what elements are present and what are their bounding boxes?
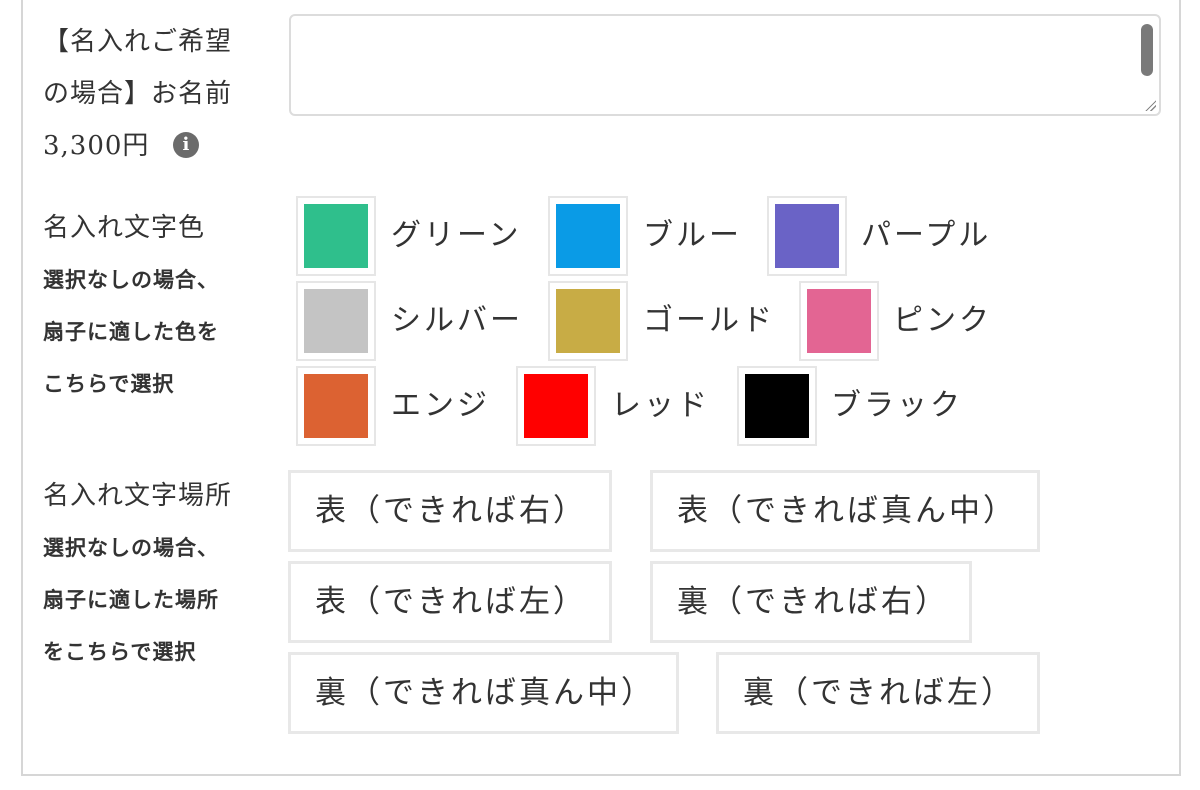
position-option-front-center[interactable]: 表（できれば真ん中） xyxy=(650,470,1040,552)
green-color-chip xyxy=(304,204,368,268)
gold-color-chip xyxy=(556,289,620,353)
color-swatch-gold[interactable] xyxy=(548,281,628,361)
color-swatch-enji[interactable] xyxy=(296,366,376,446)
color-swatch-pink[interactable] xyxy=(799,281,879,361)
name-field-label: 【名入れご希望 の場合】お名前 3,300円 i xyxy=(43,16,232,172)
price-text: 3,300円 xyxy=(43,131,150,161)
color-name-enji: エンジ xyxy=(391,388,490,423)
color-note-line-3: こちらで選択 xyxy=(43,371,175,396)
name-label-line-1: 【名入れご希望 xyxy=(43,27,233,57)
black-color-chip xyxy=(745,374,809,438)
textarea-resize-handle[interactable] xyxy=(1144,99,1156,111)
color-name-green: グリーン xyxy=(391,218,522,253)
color-section-label: 名入れ文字色 選択なしの場合、 扇子に適した色を こちらで選択 xyxy=(43,202,219,410)
position-note-line-1: 選択なしの場合、 xyxy=(43,535,219,560)
color-swatch-black[interactable] xyxy=(737,366,817,446)
position-option-back-left[interactable]: 裏（できれば左） xyxy=(716,652,1040,734)
name-label-line-2: の場合】お名前 xyxy=(43,79,233,109)
color-note-line-2: 扇子に適した色を xyxy=(43,319,219,344)
color-name-red: レッド xyxy=(611,388,710,423)
name-textarea[interactable] xyxy=(289,14,1161,116)
pink-color-chip xyxy=(807,289,871,353)
blue-color-chip xyxy=(556,204,620,268)
red-color-chip xyxy=(524,374,588,438)
personalization-form-panel: 【名入れご希望 の場合】お名前 3,300円 i 名入れ文字色 選択なしの場合、 … xyxy=(21,0,1181,776)
enji-color-chip xyxy=(304,374,368,438)
info-icon[interactable]: i xyxy=(173,132,200,158)
color-name-blue: ブルー xyxy=(643,218,742,253)
price-line: 3,300円 i xyxy=(43,120,232,172)
color-swatch-blue[interactable] xyxy=(548,196,628,276)
color-swatch-silver[interactable] xyxy=(296,281,376,361)
position-section-label: 名入れ文字場所 選択なしの場合、 扇子に適した場所 をこちらで選択 xyxy=(43,470,232,678)
color-note-line-1: 選択なしの場合、 xyxy=(43,267,219,292)
position-option-back-center[interactable]: 裏（できれば真ん中） xyxy=(288,652,679,734)
position-option-front-left[interactable]: 表（できれば左） xyxy=(288,561,612,643)
position-note-line-2: 扇子に適した場所 xyxy=(43,587,219,612)
color-swatch-purple[interactable] xyxy=(767,196,847,276)
color-name-silver: シルバー xyxy=(391,303,523,338)
position-option-front-right[interactable]: 表（できれば右） xyxy=(288,470,612,552)
position-section-title: 名入れ文字場所 xyxy=(43,481,233,511)
position-option-back-right[interactable]: 裏（できれば右） xyxy=(650,561,972,643)
textarea-scrollbar[interactable] xyxy=(1141,24,1153,76)
position-note-line-3: をこちらで選択 xyxy=(43,639,197,664)
color-name-black: ブラック xyxy=(831,388,963,423)
silver-color-chip xyxy=(304,289,368,353)
color-swatch-green[interactable] xyxy=(296,196,376,276)
color-section-title: 名入れ文字色 xyxy=(43,213,206,243)
color-name-pink: ピンク xyxy=(893,303,992,338)
color-swatch-red[interactable] xyxy=(516,366,596,446)
purple-color-chip xyxy=(775,204,839,268)
color-name-gold: ゴールド xyxy=(643,303,775,338)
color-name-purple: パープル xyxy=(861,218,992,253)
